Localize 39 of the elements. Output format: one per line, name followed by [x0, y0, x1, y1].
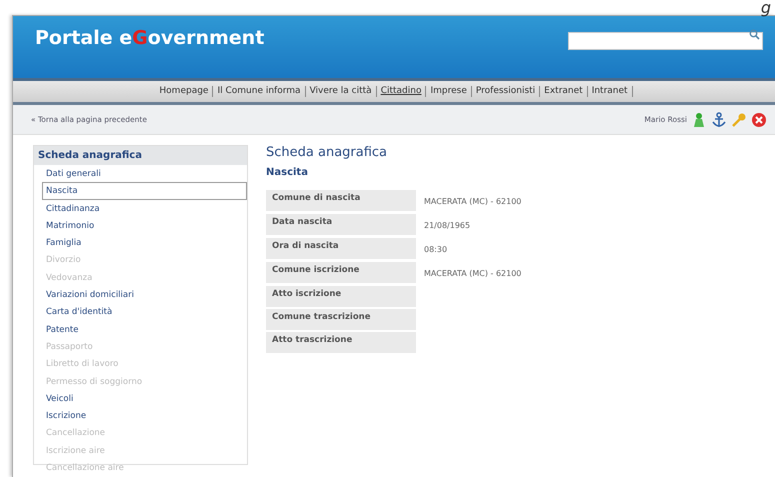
menu-link[interactable]: Imprese — [426, 86, 472, 97]
menu-link[interactable]: Intranet — [588, 86, 633, 97]
close-icon[interactable] — [751, 112, 767, 128]
sidebar-item[interactable]: Famiglia — [42, 234, 247, 252]
sidebar-item[interactable]: Matrimonio — [42, 216, 247, 234]
sidebar-item[interactable]: Variazioni domiciliari — [42, 286, 247, 304]
sidebar-item[interactable]: Cittadinanza — [42, 200, 247, 217]
sidebar-item[interactable]: Dati generali — [42, 165, 247, 182]
page-title: Scheda anagrafica — [266, 144, 388, 162]
sidebar-item[interactable]: Veicoli — [42, 390, 247, 408]
person-icon[interactable] — [691, 112, 707, 128]
menu-link[interactable]: Extranet — [540, 86, 588, 97]
field-label: Comune trascrizione — [266, 308, 416, 330]
field-value: 21/08/1965 — [423, 220, 472, 232]
menu-link[interactable]: Cittadino — [376, 86, 426, 97]
sidebar-item[interactable]: Nascita — [42, 182, 247, 200]
sidebar-item[interactable]: Carta d'identità — [42, 303, 247, 321]
section-title: Nascita — [266, 166, 309, 180]
sidebar-title: Scheda anagrafica — [34, 146, 247, 165]
field-label: Comune di nascita — [266, 190, 416, 210]
field-value: MACERATA (MC) - 62100 — [423, 196, 522, 208]
field-label: Comune iscrizione — [266, 262, 416, 282]
sidebar-item[interactable]: Patente — [42, 320, 247, 338]
field-label: Data nascita — [266, 214, 416, 234]
field-label: Ora di nascita — [266, 238, 416, 258]
anchor-icon[interactable] — [711, 112, 727, 128]
sidebar-item[interactable]: Iscrizione — [42, 407, 247, 424]
search-icon[interactable] — [749, 29, 760, 40]
field-label: Atto trascrizione — [266, 332, 416, 352]
site-title: Portale eGovernment — [35, 26, 264, 51]
search-field[interactable] — [568, 32, 763, 50]
field-value: 08:30 — [423, 244, 448, 256]
menu-link[interactable]: Vivere la città — [306, 86, 377, 97]
menu-link[interactable]: Professionisti — [472, 86, 540, 97]
menu-link[interactable]: Il Comune informa — [213, 86, 306, 97]
menu-link[interactable]: Homepage — [155, 86, 214, 97]
cropped-text: g — [760, 0, 771, 19]
field-label: Atto iscrizione — [266, 286, 416, 306]
field-value: MACERATA (MC) - 62100 — [423, 268, 522, 280]
